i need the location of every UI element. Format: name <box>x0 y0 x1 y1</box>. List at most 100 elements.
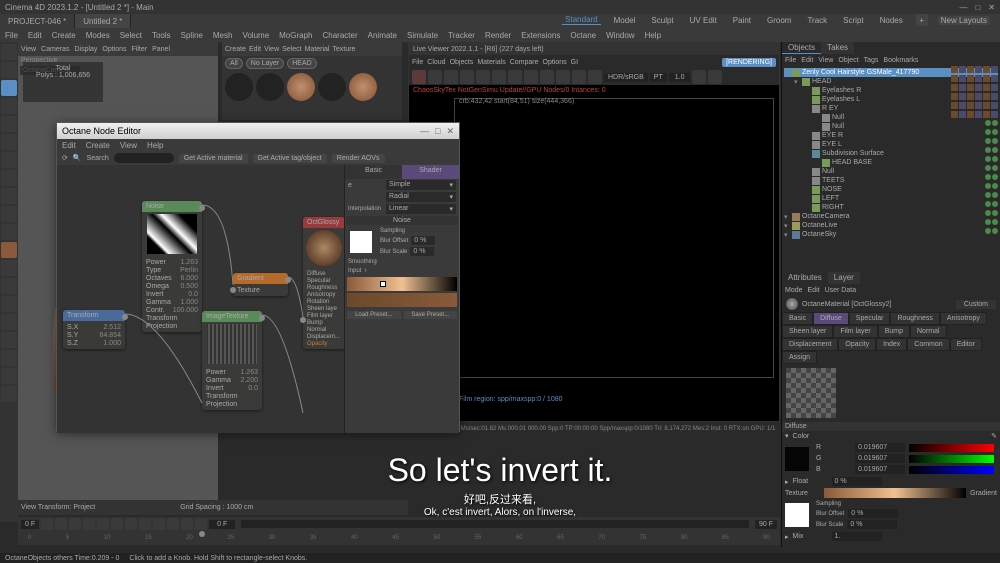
loop-icon[interactable] <box>153 518 165 530</box>
menu-character[interactable]: Character <box>318 31 363 40</box>
menu-spline[interactable]: Spline <box>176 31 208 40</box>
sound-icon[interactable] <box>195 518 207 530</box>
h-edit[interactable]: Edit <box>801 57 813 64</box>
picker-icon[interactable] <box>524 70 538 84</box>
attr-tab-assign[interactable]: Assign <box>782 351 817 364</box>
mat-texture[interactable]: Texture <box>333 46 356 53</box>
output-port[interactable] <box>199 205 205 211</box>
edge-mode-icon[interactable] <box>1 296 17 312</box>
menu-octane[interactable]: Octane <box>565 31 601 40</box>
minimize-icon[interactable]: — <box>420 126 429 137</box>
expand-icon[interactable] <box>708 70 722 84</box>
settings-icon[interactable] <box>692 70 706 84</box>
output-port[interactable] <box>285 277 291 283</box>
menu-help[interactable]: Help <box>640 31 666 40</box>
get-tag-button[interactable]: Get Active tag/object <box>253 154 327 163</box>
menu-mograph[interactable]: MoGraph <box>274 31 317 40</box>
render-region[interactable] <box>454 98 774 378</box>
vp-filter[interactable]: Filter <box>132 46 148 53</box>
mat-create[interactable]: Create <box>225 46 246 53</box>
menu-animate[interactable]: Animate <box>363 31 402 40</box>
refresh-icon[interactable]: ⟳ <box>62 154 68 162</box>
h-file[interactable]: File <box>785 57 796 64</box>
layout-paint[interactable]: Paint <box>730 16 754 25</box>
menu-render[interactable]: Render <box>480 31 516 40</box>
a-userdata[interactable]: User Data <box>825 287 857 294</box>
record-icon[interactable] <box>412 70 426 84</box>
stop-icon[interactable] <box>444 70 458 84</box>
attributes-tab[interactable]: Attributes <box>782 272 828 284</box>
material-thumb[interactable] <box>287 73 315 101</box>
b-slider[interactable] <box>909 466 994 474</box>
output-port[interactable] <box>259 315 265 321</box>
current-frame[interactable]: 0 F <box>209 520 235 529</box>
menu-file[interactable]: File <box>0 31 23 40</box>
brush-icon[interactable] <box>1 386 17 402</box>
expand-icon[interactable]: ▸ <box>785 478 789 486</box>
attr-tab-opacity[interactable]: Opacity <box>838 338 876 351</box>
interp-dropdown[interactable]: Linear▾ <box>386 204 456 214</box>
blur-offset-input[interactable]: 0 % <box>411 236 435 245</box>
g-input[interactable]: 0.019607 <box>855 454 905 463</box>
layout-model[interactable]: Model <box>611 16 639 25</box>
filter-all[interactable]: All <box>225 58 243 69</box>
vp-display[interactable]: Display <box>74 46 97 53</box>
attr-tab-roughness[interactable]: Roughness <box>890 312 939 325</box>
attr-tab-index[interactable]: Index <box>876 338 907 351</box>
mix-input[interactable]: 1. <box>832 532 882 541</box>
radial-dropdown[interactable]: Radial▾ <box>386 192 456 202</box>
prev-frame-icon[interactable] <box>69 518 81 530</box>
locked-icon[interactable] <box>1 170 17 186</box>
key-icon[interactable] <box>167 518 179 530</box>
eyedropper-icon[interactable]: ✎ <box>991 432 997 440</box>
lv-cloud[interactable]: Cloud <box>427 59 445 66</box>
next-key-icon[interactable] <box>125 518 137 530</box>
node-canvas[interactable]: Transform S.X2.512 S.Y64.854 S.Z1.000 No… <box>57 165 459 433</box>
start-frame[interactable]: 0 F <box>21 520 39 529</box>
clay-icon[interactable] <box>476 70 490 84</box>
attr-tab-anisotropy[interactable]: Anisotropy <box>940 312 987 325</box>
layer-tab[interactable]: Layer <box>828 272 860 284</box>
history-icon[interactable] <box>1 44 17 60</box>
viewport-solo-icon[interactable] <box>1 350 17 366</box>
menu-tracker[interactable]: Tracker <box>443 31 480 40</box>
ne-help[interactable]: Help <box>142 141 168 150</box>
mat-material[interactable]: Material <box>305 46 330 53</box>
camera-icon[interactable] <box>540 70 554 84</box>
output-port[interactable] <box>122 314 128 320</box>
save-preset-button[interactable]: Save Preset... <box>404 311 458 319</box>
lv-compare[interactable]: Compare <box>510 59 539 66</box>
g-slider[interactable] <box>909 455 994 463</box>
workplane-icon[interactable] <box>1 224 17 240</box>
vp-panel[interactable]: Panel <box>152 46 170 53</box>
lv-materials[interactable]: Materials <box>477 59 505 66</box>
menu-mesh[interactable]: Mesh <box>208 31 238 40</box>
get-material-button[interactable]: Get Active material <box>179 154 248 163</box>
expand-icon[interactable]: ▸ <box>785 533 789 541</box>
goto-start-icon[interactable] <box>41 518 53 530</box>
input-port[interactable] <box>230 287 236 293</box>
menu-extensions[interactable]: Extensions <box>516 31 565 40</box>
next-frame-icon[interactable] <box>111 518 123 530</box>
tweak-icon[interactable] <box>1 332 17 348</box>
blur-scale-input[interactable]: 0 % <box>410 247 434 256</box>
input-port[interactable] <box>199 531 205 537</box>
point-mode-icon[interactable] <box>1 278 17 294</box>
prev-key-icon[interactable] <box>55 518 67 530</box>
channels-icon[interactable] <box>556 70 570 84</box>
h-bookmarks[interactable]: Bookmarks <box>883 57 918 64</box>
vp-cameras[interactable]: Cameras <box>41 46 69 53</box>
menu-simulate[interactable]: Simulate <box>402 31 443 40</box>
custom-dropdown[interactable]: Custom <box>956 300 996 309</box>
simple-dropdown[interactable]: Simple▾ <box>386 180 456 190</box>
ne-create[interactable]: Create <box>81 141 115 150</box>
pt-dropdown[interactable]: PT <box>650 73 667 82</box>
lv-options[interactable]: Options <box>543 59 567 66</box>
menu-modes[interactable]: Modes <box>81 31 115 40</box>
h-object[interactable]: Object <box>838 57 858 64</box>
blur-offset-input[interactable]: 0 % <box>848 509 898 518</box>
menu-window[interactable]: Window <box>601 31 639 40</box>
ne-view[interactable]: View <box>115 141 142 150</box>
noise-node[interactable]: Noise Power1.263 TypePerlin Octaves6.000… <box>142 201 202 332</box>
menu-edit[interactable]: Edit <box>23 31 47 40</box>
